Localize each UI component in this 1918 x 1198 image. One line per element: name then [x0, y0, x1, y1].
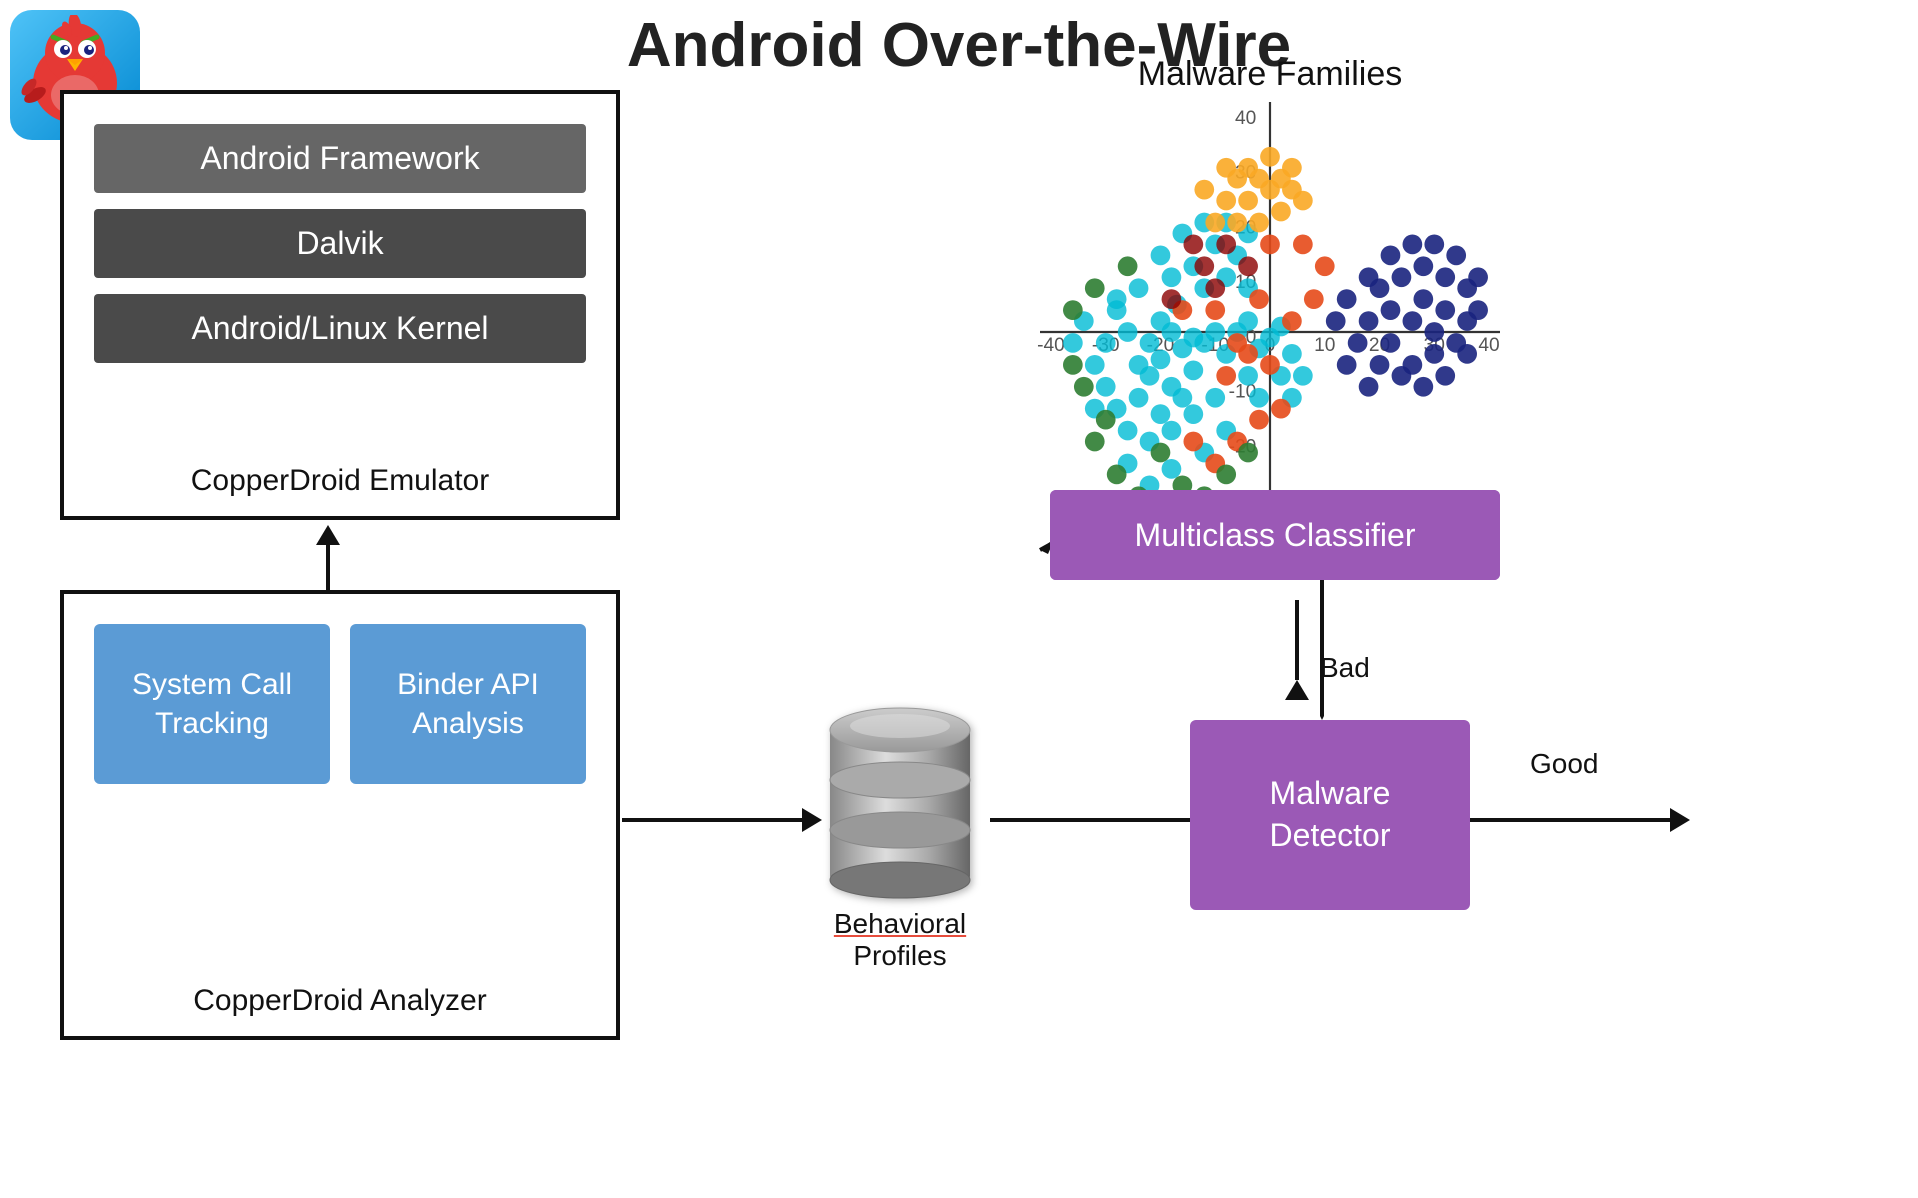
chart-area: Malware Families -40 -30 -20 -10 0 10 20…: [970, 55, 1570, 562]
chart-title: Malware Families: [970, 55, 1570, 94]
classifier-label-box: Multiclass Classifier: [1050, 490, 1500, 580]
svg-text:-40: -40: [1037, 335, 1065, 356]
classifier-to-detector-arrow: [1320, 580, 1324, 725]
dalvik-layer: Dalvik: [94, 209, 586, 278]
classifier-text: Multiclass Classifier: [1135, 517, 1416, 554]
analyzer-modules: System CallTracking Binder APIAnalysis: [64, 594, 616, 784]
svg-text:40: 40: [1235, 108, 1256, 129]
db-to-detector-arrow: [990, 808, 1210, 832]
binder-api-analysis-module: Binder APIAnalysis: [350, 624, 586, 784]
svg-text:10: 10: [1314, 335, 1335, 356]
bad-arrowhead: [1285, 680, 1309, 700]
analyzer-to-db-arrow: [622, 808, 822, 832]
analyzer-label: CopperDroid Analyzer: [64, 984, 616, 1018]
emulator-layers: Android Framework Dalvik Android/Linux K…: [64, 94, 616, 363]
behavioral-text: Behavioral: [834, 908, 966, 939]
malware-detector-box: Malware Detector: [1190, 720, 1470, 910]
database-container: Behavioral Profiles: [820, 700, 980, 972]
bad-label: Bad: [1320, 652, 1370, 684]
database-label: Behavioral Profiles: [834, 908, 966, 972]
svg-text:40: 40: [1478, 335, 1499, 356]
emulator-box: Android Framework Dalvik Android/Linux K…: [60, 90, 620, 520]
detector-to-good-arrow: [1470, 808, 1690, 832]
database-icon: [820, 700, 980, 900]
page-title: Android Over-the-Wire: [0, 0, 1918, 81]
good-label: Good: [1530, 748, 1599, 780]
bad-arrow-line: [1295, 600, 1299, 680]
profiles-text: Profiles: [853, 940, 946, 971]
android-framework-layer: Android Framework: [94, 124, 586, 193]
analyzer-box: System CallTracking Binder APIAnalysis C…: [60, 590, 620, 1040]
system-call-tracking-module: System CallTracking: [94, 624, 330, 784]
emulator-label: CopperDroid Emulator: [64, 464, 616, 498]
bad-arrow-group: [1285, 600, 1309, 700]
linux-kernel-layer: Android/Linux Kernel: [94, 294, 586, 363]
